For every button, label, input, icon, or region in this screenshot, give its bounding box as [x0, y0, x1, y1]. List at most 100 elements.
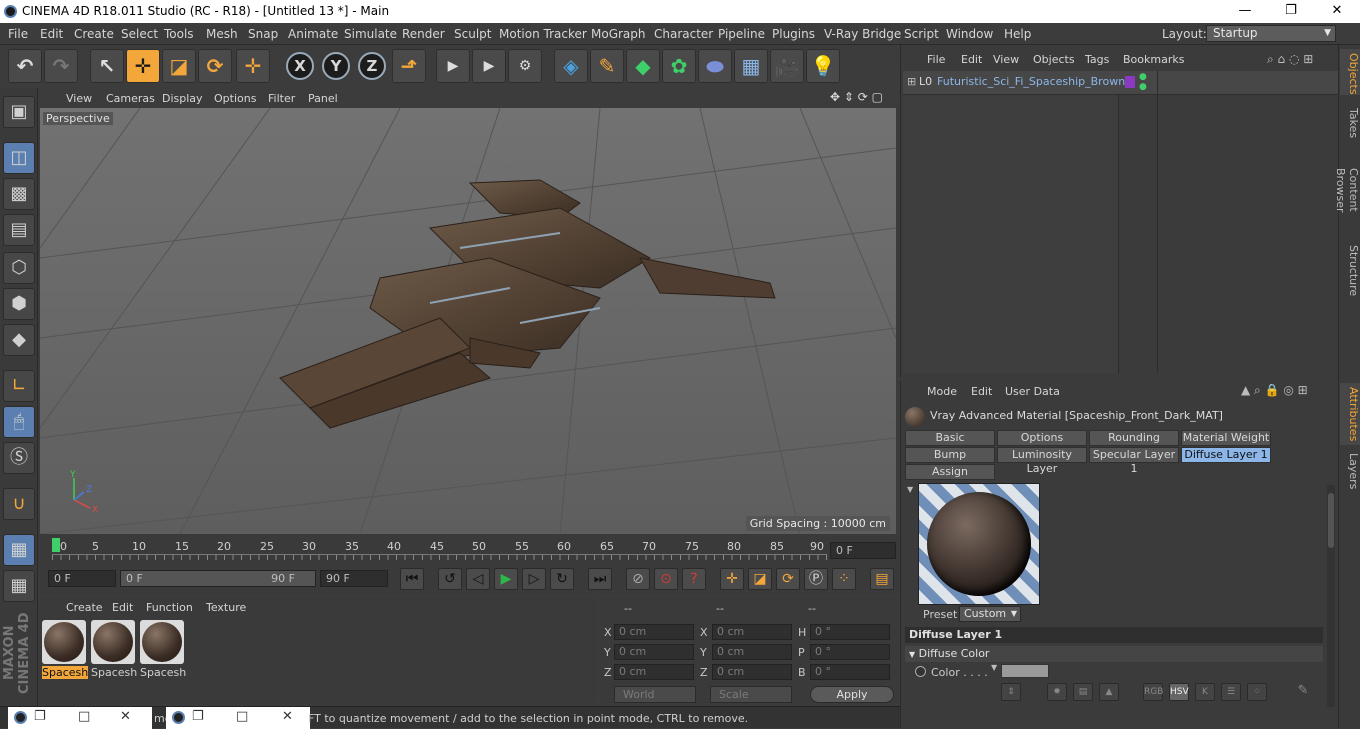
rotate-tool-icon[interactable]: ⟳ [198, 49, 232, 83]
material-thumbnail[interactable]: Spacesh [91, 620, 137, 680]
preset-dropdown[interactable]: Custom ▼ [959, 606, 1021, 622]
recent-tool-icon[interactable]: ✛ [236, 49, 270, 83]
material-menu-texture[interactable]: Texture [206, 601, 246, 614]
tab-diffuse-layer-1[interactable]: Diffuse Layer 1 [1181, 447, 1271, 463]
menu-script[interactable]: Script [904, 27, 939, 41]
close-button[interactable]: ✕ [1314, 0, 1360, 23]
z-axis-lock-button[interactable]: Z [358, 52, 386, 80]
menu-animate[interactable]: Animate [288, 27, 338, 41]
redo-icon[interactable]: ↷ [44, 49, 78, 83]
y-axis-lock-button[interactable]: Y [322, 52, 350, 80]
material-thumbnail[interactable]: Spacesh [140, 620, 186, 680]
attributes-menu-mode[interactable]: Mode [927, 385, 957, 398]
timeline-window-icon[interactable]: ▤ [870, 568, 894, 590]
material-menu-edit[interactable]: Edit [112, 601, 133, 614]
edges-mode-icon[interactable]: ⬢ [3, 288, 35, 320]
close-icon[interactable]: ✕ [282, 709, 293, 724]
menu-simulate[interactable]: Simulate [344, 27, 397, 41]
menu-mograph[interactable]: MoGraph [591, 27, 646, 41]
play-icon[interactable]: ▶ [494, 568, 518, 590]
coordinate-mode-dropdown[interactable]: World [614, 686, 696, 703]
menu-help[interactable]: Help [1004, 27, 1031, 41]
undo-icon[interactable]: ↶ [8, 49, 42, 83]
viewport-menu-options[interactable]: Options [214, 92, 256, 105]
viewport-menu-filter[interactable]: Filter [268, 92, 295, 105]
tab-bump[interactable]: Bump [905, 447, 995, 463]
go-to-end-icon[interactable]: ⏭ [588, 568, 612, 590]
planar-workplane-icon[interactable]: ▦ [3, 570, 35, 602]
live-selection-icon[interactable]: ↖ [90, 49, 124, 83]
tab-layers[interactable]: Layers [1340, 449, 1360, 489]
kelvin-button[interactable]: K [1195, 683, 1215, 701]
rotation-p-field[interactable]: 0 ° [810, 644, 890, 660]
axis-mode-icon[interactable]: ∟ [3, 370, 35, 402]
parameter-key-icon[interactable]: Ⓟ [804, 568, 828, 590]
minimized-window[interactable]: ❐ □ ✕ [166, 707, 310, 729]
minimize-button[interactable]: — [1222, 0, 1268, 23]
position-z-field[interactable]: 0 cm [614, 664, 694, 680]
expand-icon[interactable]: ⊞ [907, 75, 916, 88]
current-frame-field[interactable]: 0 F [830, 542, 896, 559]
tab-options[interactable]: Options [997, 430, 1087, 446]
go-to-start-icon[interactable]: ⏮ [400, 568, 424, 590]
rgb-button[interactable]: RGB [1143, 683, 1163, 701]
keyframe-selection-icon[interactable]: ? [682, 568, 706, 590]
objects-menu-bookmarks[interactable]: Bookmarks [1123, 53, 1184, 66]
material-menu-create[interactable]: Create [66, 601, 103, 614]
workplane-lock-icon[interactable]: ▦ [3, 534, 35, 566]
swatches-icon[interactable]: ⁘ [1247, 683, 1267, 701]
menu-sculpt[interactable]: Sculpt [454, 27, 491, 41]
scale-key-icon[interactable]: ◪ [748, 568, 772, 590]
layout-dropdown[interactable]: Startup ▼ [1206, 25, 1336, 42]
rotation-b-field[interactable]: 0 ° [810, 664, 890, 680]
objects-menu-view[interactable]: View [993, 53, 1019, 66]
menu-create[interactable]: Create [74, 27, 114, 41]
next-frame-icon[interactable]: ▷ [522, 568, 546, 590]
eyedropper-icon[interactable]: ✎ [1293, 683, 1313, 701]
restore-icon[interactable]: ❐ [192, 709, 204, 724]
coordinate-system-icon[interactable]: ⬏ [392, 49, 426, 83]
point-level-key-icon[interactable]: ⁘ [832, 568, 856, 590]
hsv-button[interactable]: HSV [1169, 683, 1189, 701]
tab-attributes[interactable]: Attributes [1340, 383, 1360, 445]
objects-menu-objects[interactable]: Objects [1033, 53, 1075, 66]
material-menu-function[interactable]: Function [146, 601, 193, 614]
magnet-icon[interactable]: ∪ [3, 488, 35, 520]
maximize-icon[interactable]: □ [236, 709, 248, 724]
cloner-icon[interactable]: ✿ [662, 49, 696, 83]
previous-key-icon[interactable]: ↺ [438, 568, 462, 590]
maximize-button[interactable]: ❐ [1268, 0, 1314, 23]
apply-button[interactable]: Apply [810, 686, 894, 703]
viewport-navigation-icons[interactable]: ✥ ⇕ ⟳ ▢ [830, 90, 883, 104]
tab-structure[interactable]: Structure [1340, 241, 1360, 296]
model-mode-icon[interactable]: ◫ [3, 142, 35, 174]
timeline-ruler[interactable]: 0 5 10 15 20 25 30 35 40 45 50 55 60 65 … [40, 534, 900, 564]
menu-mesh[interactable]: Mesh [206, 27, 238, 41]
floor-icon[interactable]: ▦ [734, 49, 768, 83]
record-keys-icon[interactable]: ⊘ [626, 568, 650, 590]
render-picture-viewer-icon[interactable]: ▶ [472, 49, 506, 83]
diffuse-color-group[interactable]: ▼ Diffuse Color [905, 646, 1323, 662]
menu-pipeline[interactable]: Pipeline [718, 27, 765, 41]
position-x-field[interactable]: 0 cm [614, 624, 694, 640]
color-picker-icon[interactable]: ⇕ [1001, 683, 1021, 701]
size-y-field[interactable]: 0 cm [712, 644, 792, 660]
size-z-field[interactable]: 0 cm [712, 664, 792, 680]
tab-takes[interactable]: Takes [1340, 103, 1360, 143]
frame-range-slider[interactable]: 0 F 90 F [120, 570, 316, 587]
picture-icon[interactable]: ▲ [1099, 683, 1119, 701]
objects-menu-edit[interactable]: Edit [961, 53, 982, 66]
end-frame-field[interactable]: 90 F [320, 570, 388, 587]
cube-icon[interactable]: ◈ [554, 49, 588, 83]
x-axis-lock-button[interactable]: X [286, 52, 314, 80]
attributes-scrollbar[interactable] [1327, 485, 1335, 707]
material-thumbnail[interactable]: Spacesh [42, 620, 88, 680]
autokey-icon[interactable]: ⊙ [654, 568, 678, 590]
spectrum-icon[interactable]: ▤ [1073, 683, 1093, 701]
menu-render[interactable]: Render [402, 27, 445, 41]
next-key-icon[interactable]: ↻ [550, 568, 574, 590]
menu-file[interactable]: File [8, 27, 28, 41]
attributes-nav-icons[interactable]: ▲ ⌕ 🔒 ◎ ⊞ [1241, 383, 1308, 398]
subdivision-surface-icon[interactable]: ◆ [626, 49, 660, 83]
menu-tools[interactable]: Tools [164, 27, 194, 41]
